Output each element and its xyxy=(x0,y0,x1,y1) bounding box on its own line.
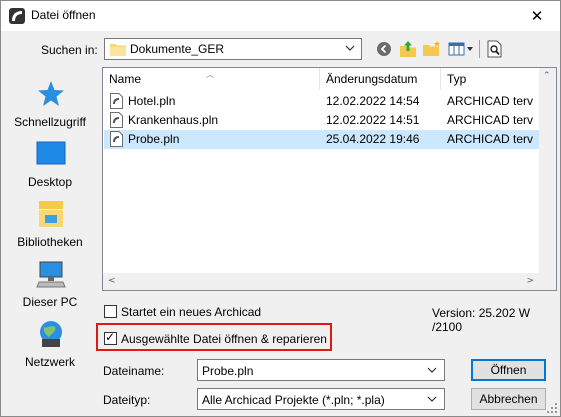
file-name: Hotel.pln xyxy=(128,94,176,108)
file-date: 12.02.2022 14:51 xyxy=(326,113,420,127)
place-label: Dieser PC xyxy=(22,295,78,309)
new-folder-button[interactable] xyxy=(421,39,443,59)
place-label: Bibliotheken xyxy=(17,235,83,249)
chevron-down-icon[interactable] xyxy=(426,363,438,377)
filetype-dropdown[interactable]: Alle Archicad Projekte (*.pln; *.pla) xyxy=(197,388,445,410)
filename-value: Probe.pln xyxy=(202,364,254,378)
place-desktop[interactable]: Desktop xyxy=(7,139,93,197)
scroll-right-icon[interactable]: > xyxy=(526,276,534,286)
pln-file-icon xyxy=(110,131,123,147)
file-date: 25.04.2022 19:46 xyxy=(326,132,420,146)
folder-icon xyxy=(110,44,126,56)
file-type: ARCHICAD terv xyxy=(447,113,534,127)
filetype-label: Dateityp: xyxy=(103,393,151,407)
file-row-hotel[interactable]: Hotel.pln 12.02.2022 14:54 ARCHICAD terv xyxy=(104,92,556,111)
horizontal-scrollbar[interactable]: < > xyxy=(103,273,539,290)
up-folder-button[interactable] xyxy=(398,39,418,59)
back-button[interactable] xyxy=(375,39,393,59)
open-file-dialog: Datei öffnen ✕ Suchen in: Dokumente_GER xyxy=(0,0,561,417)
preview-button[interactable] xyxy=(485,39,505,59)
lookin-label: Suchen in: xyxy=(41,43,98,57)
version-text: Version: 25.202 W /2100 xyxy=(432,306,531,334)
column-header-name[interactable]: Name ︿ xyxy=(103,68,319,90)
computer-icon xyxy=(36,261,66,288)
places-bar: Schnellzugriff Desktop Bibliotheken Dies… xyxy=(7,67,93,377)
scroll-left-icon[interactable]: < xyxy=(108,276,116,286)
toolbar-separator xyxy=(479,40,480,58)
open-repair-checkbox[interactable]: ✓ xyxy=(104,330,117,345)
title-bar: Datei öffnen ✕ xyxy=(1,1,560,31)
scrollbar-corner xyxy=(539,273,556,290)
new-archicad-checkbox[interactable] xyxy=(104,305,117,318)
file-name: Probe.pln xyxy=(128,132,180,146)
filename-label: Dateiname: xyxy=(103,364,165,378)
libraries-icon xyxy=(39,201,63,227)
place-libraries[interactable]: Bibliotheken xyxy=(7,199,93,257)
file-list[interactable]: Name ︿ Änderungsdatum Typ Hotel.pln 12.0… xyxy=(102,67,557,291)
back-icon xyxy=(377,42,391,56)
place-label: Schnellzugriff xyxy=(14,115,86,129)
view-menu-icon xyxy=(448,42,473,56)
new-archicad-label: Startet ein neues Archicad xyxy=(121,305,262,319)
filename-field[interactable]: Probe.pln xyxy=(197,359,445,381)
window-title: Datei öffnen xyxy=(31,8,96,22)
place-this-pc[interactable]: Dieser PC xyxy=(7,259,93,317)
file-type: ARCHICAD terv xyxy=(447,94,534,108)
file-date: 12.02.2022 14:54 xyxy=(326,94,420,108)
lookin-value: Dokumente_GER xyxy=(130,42,225,56)
column-header-type[interactable]: Typ xyxy=(441,68,541,90)
sort-ascending-icon: ︿ xyxy=(206,70,214,79)
lookin-dropdown[interactable]: Dokumente_GER xyxy=(104,38,362,60)
vertical-scrollbar[interactable]: ⌃ xyxy=(539,68,556,273)
desktop-icon xyxy=(36,141,66,165)
new-folder-icon xyxy=(423,41,440,56)
place-label: Desktop xyxy=(27,175,73,189)
place-quick-access[interactable]: Schnellzugriff xyxy=(7,79,93,137)
close-button[interactable]: ✕ xyxy=(514,1,560,31)
chevron-down-icon xyxy=(427,396,437,402)
open-repair-label: Ausgewählte Datei öffnen & reparieren xyxy=(121,332,327,346)
close-icon: ✕ xyxy=(530,7,544,25)
place-network[interactable]: Netzwerk xyxy=(7,319,93,377)
resize-grip-icon[interactable] xyxy=(546,402,558,414)
column-header-date[interactable]: Änderungsdatum xyxy=(320,68,440,90)
view-menu-button[interactable] xyxy=(447,39,475,59)
chevron-down-icon xyxy=(345,45,355,51)
preview-icon xyxy=(487,40,502,58)
open-button[interactable]: Öffnen xyxy=(471,359,546,381)
scroll-up-icon[interactable]: ⌃ xyxy=(543,71,551,81)
file-row-probe[interactable]: Probe.pln 25.04.2022 19:46 ARCHICAD terv xyxy=(104,130,556,149)
file-type: ARCHICAD terv xyxy=(447,132,534,146)
star-icon xyxy=(38,81,64,106)
place-label: Netzwerk xyxy=(24,355,75,369)
filetype-value: Alle Archicad Projekte (*.pln; *.pla) xyxy=(202,393,385,407)
file-row-krankenhaus[interactable]: Krankenhaus.pln 12.02.2022 14:51 ARCHICA… xyxy=(104,111,556,130)
check-icon: ✓ xyxy=(105,330,116,344)
network-icon xyxy=(40,321,62,347)
cancel-button[interactable]: Abbrechen xyxy=(471,388,546,410)
up-folder-icon xyxy=(400,41,416,57)
file-name: Krankenhaus.pln xyxy=(128,113,219,127)
pln-file-icon xyxy=(110,112,123,128)
archicad-app-icon xyxy=(9,8,25,24)
pln-file-icon xyxy=(110,93,123,109)
